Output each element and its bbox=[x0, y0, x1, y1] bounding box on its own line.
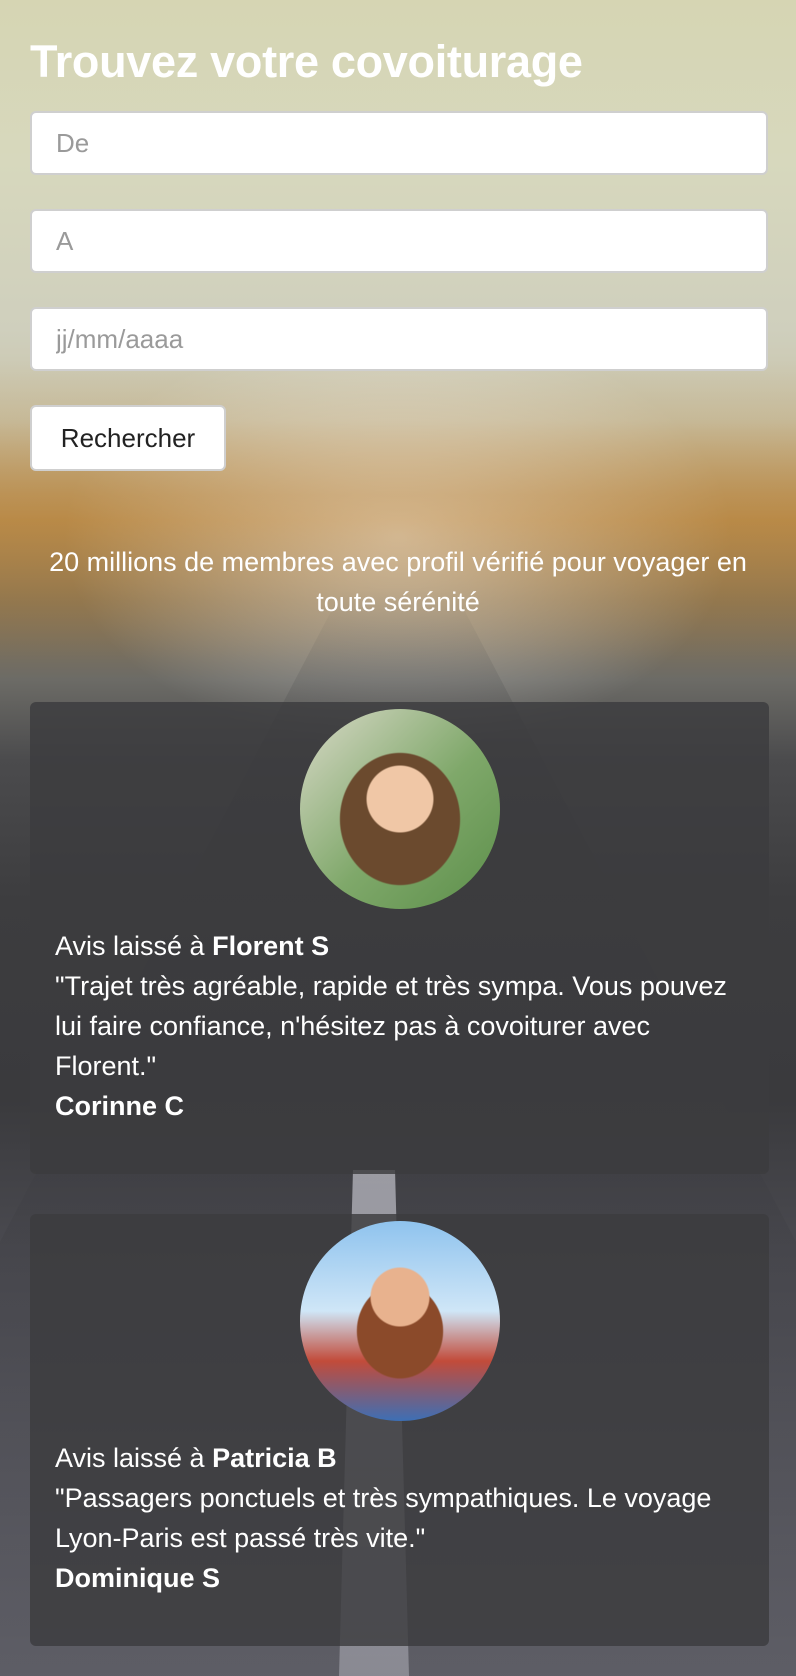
tagline: 20 millions de membres avec profil vérif… bbox=[49, 547, 747, 617]
review-card: Avis laissé à Patricia B "Passagers ponc… bbox=[30, 1214, 769, 1646]
search-button[interactable]: Rechercher bbox=[30, 405, 226, 471]
destination-input[interactable] bbox=[30, 209, 768, 273]
date-input[interactable] bbox=[30, 307, 768, 371]
review-recipient: Florent S bbox=[212, 931, 330, 961]
review-author: Corinne C bbox=[55, 1091, 185, 1121]
review-prefix: Avis laissé à bbox=[55, 1443, 213, 1473]
review-heading: Avis laissé à Florent S bbox=[55, 926, 744, 966]
review-author: Dominique S bbox=[55, 1563, 221, 1593]
review-quote: "Passagers ponctuels et très sympathique… bbox=[55, 1483, 712, 1553]
reviewer-avatar bbox=[300, 709, 500, 909]
review-text: Avis laissé à Florent S "Trajet très agr… bbox=[55, 926, 744, 1126]
review-recipient: Patricia B bbox=[212, 1443, 337, 1473]
review-heading: Avis laissé à Patricia B bbox=[55, 1438, 744, 1478]
page-title: Trouvez votre covoiturage bbox=[30, 36, 583, 87]
departure-input[interactable] bbox=[30, 111, 768, 175]
review-text: Avis laissé à Patricia B "Passagers ponc… bbox=[55, 1438, 744, 1598]
review-card: Avis laissé à Florent S "Trajet très agr… bbox=[30, 702, 769, 1174]
review-prefix: Avis laissé à bbox=[55, 931, 213, 961]
reviewer-avatar bbox=[300, 1221, 500, 1421]
review-quote: "Trajet très agréable, rapide et très sy… bbox=[55, 971, 727, 1081]
